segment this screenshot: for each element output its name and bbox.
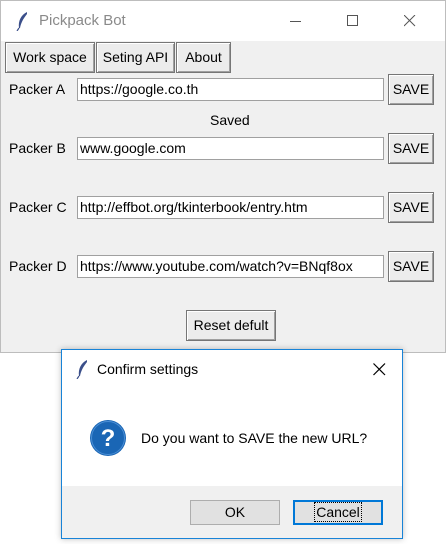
cancel-button-label: Cancel	[314, 502, 362, 522]
packer-b-save-button[interactable]: SAVE	[388, 133, 434, 164]
dialog-title: Confirm settings	[97, 361, 199, 377]
minimize-icon	[290, 21, 301, 22]
packer-b-label: Packer B	[9, 140, 66, 156]
feather-icon	[76, 360, 87, 379]
packer-d-label: Packer D	[9, 258, 67, 274]
title-bar[interactable]: Pickpack Bot	[1, 1, 445, 41]
status-saved-text: Saved	[210, 112, 250, 128]
main-window: Pickpack Bot Work space Seting API About…	[0, 0, 446, 353]
dialog-close-button[interactable]	[362, 358, 398, 382]
svg-text:?: ?	[101, 425, 116, 452]
packer-a-save-button[interactable]: SAVE	[388, 74, 434, 105]
workspace-tab[interactable]: Work space	[5, 42, 95, 73]
dialog-footer: OK Cancel	[62, 486, 402, 538]
close-icon	[404, 15, 416, 27]
packer-c-save-button[interactable]: SAVE	[388, 192, 434, 223]
maximize-button[interactable]	[330, 1, 376, 41]
ok-button[interactable]: OK	[190, 500, 280, 525]
feather-icon	[16, 12, 27, 31]
close-button[interactable]	[387, 1, 433, 41]
close-icon	[373, 363, 386, 376]
about-tab[interactable]: About	[176, 42, 231, 73]
maximize-icon	[347, 15, 358, 26]
set-api-tab[interactable]: Seting API	[96, 42, 175, 73]
confirm-dialog: Confirm settings ? Do you want to SAVE t…	[61, 349, 403, 539]
dialog-title-bar[interactable]: Confirm settings	[62, 350, 402, 388]
window-title: Pickpack Bot	[39, 12, 126, 29]
packer-c-url-input[interactable]: http://effbot.org/tkinterbook/entry.htm	[77, 196, 384, 219]
packer-a-label: Packer A	[9, 81, 66, 97]
packer-a-url-input[interactable]: https://google.co.th	[77, 78, 384, 101]
packer-b-url-input[interactable]: www.google.com	[77, 137, 384, 160]
packer-d-save-button[interactable]: SAVE	[388, 251, 434, 282]
cancel-button[interactable]: Cancel	[293, 500, 383, 525]
question-icon: ?	[90, 420, 126, 456]
packer-c-label: Packer C	[9, 199, 67, 215]
minimize-button[interactable]	[273, 1, 319, 41]
packer-d-url-input[interactable]: https://www.youtube.com/watch?v=BNqf8ox	[77, 255, 384, 278]
dialog-message: Do you want to SAVE the new URL?	[141, 430, 368, 446]
reset-default-button[interactable]: Reset defult	[186, 310, 276, 341]
